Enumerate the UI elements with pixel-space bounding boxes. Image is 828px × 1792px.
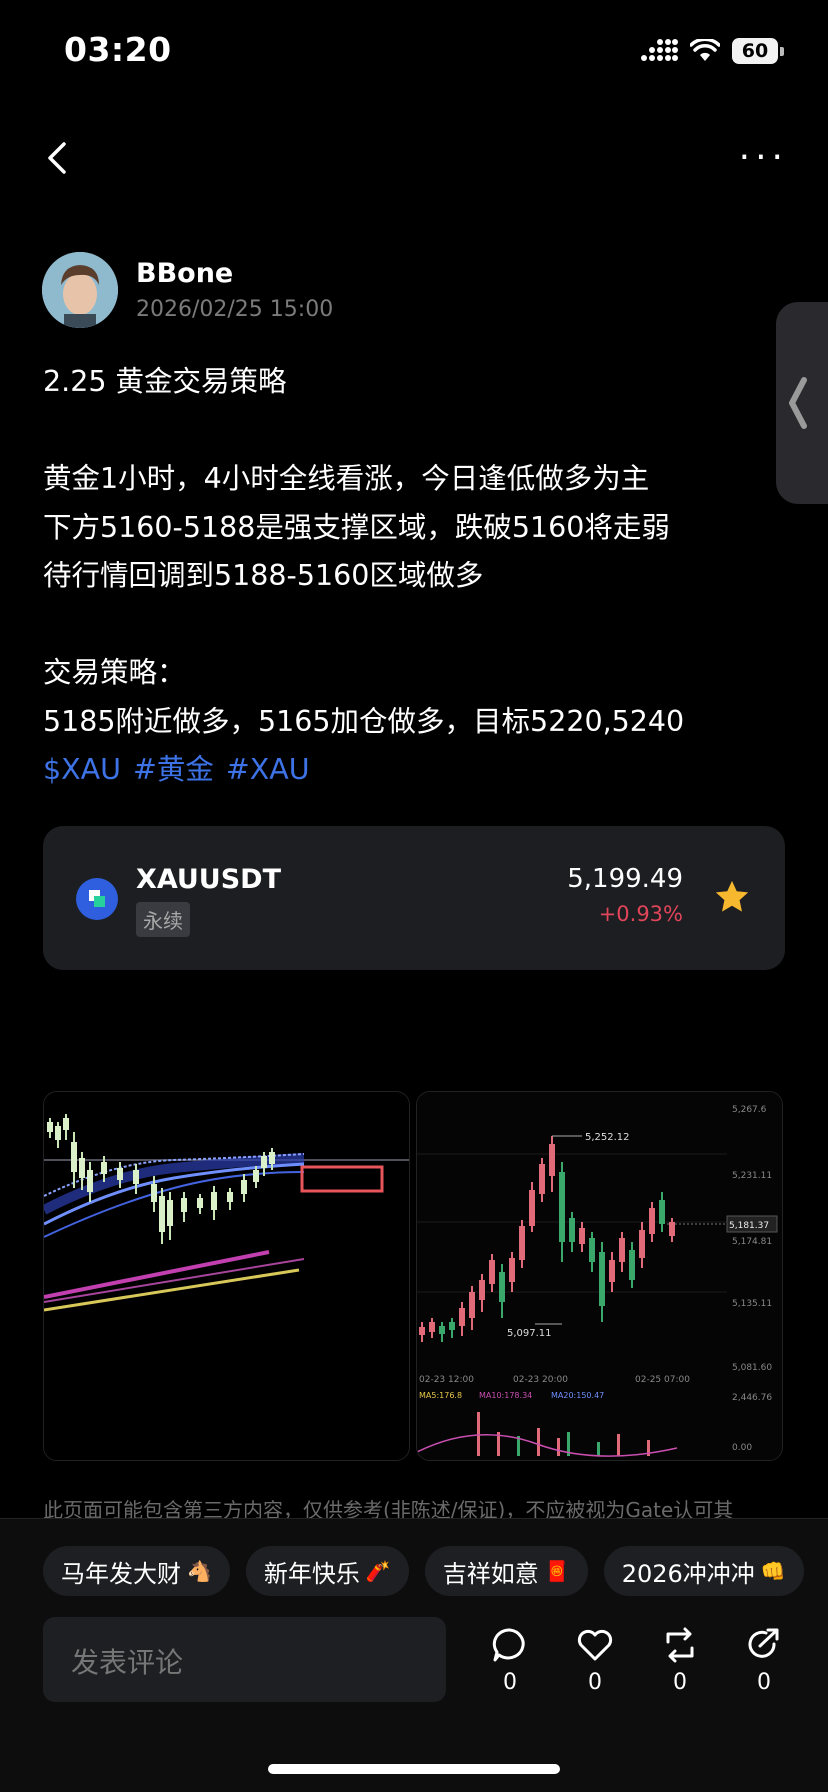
horse-icon: 🐴	[187, 1559, 212, 1583]
red-envelope-icon: 🧧	[544, 1559, 570, 1583]
status-time: 03:20	[64, 30, 172, 69]
repost-count: 0	[673, 1670, 687, 1695]
chart-image-2[interactable]: 5,252.12 5,097.11 5,181.37 5,267.6 5,231…	[416, 1091, 783, 1461]
post-line: 5185附近做多，5165加仓做多，目标5220,5240	[43, 704, 685, 738]
author-name[interactable]: BBone	[136, 258, 233, 289]
like-button[interactable]: 0	[565, 1626, 625, 1695]
comment-icon	[492, 1628, 525, 1662]
quick-reply-chip[interactable]: 吉祥如意 🧧	[424, 1546, 588, 1596]
comment-input[interactable]: 发表评论	[43, 1617, 446, 1702]
axis-tick: 2,446.76	[732, 1393, 772, 1403]
fist-icon: 👊	[760, 1559, 786, 1583]
firecracker-icon: 🧨	[365, 1559, 391, 1583]
axis-tick: 5,135.11	[732, 1299, 772, 1309]
ma-label: MA5:176.8	[419, 1391, 462, 1400]
comment-count: 0	[503, 1670, 517, 1695]
axis-tick: 5,267.6	[732, 1105, 767, 1115]
repost-icon	[666, 1627, 694, 1663]
date-tick: 02-23 12:00	[419, 1375, 474, 1385]
quick-reply-chip[interactable]: 2026冲冲冲 👊	[603, 1546, 804, 1596]
date-tick: 02-23 20:00	[513, 1375, 568, 1385]
battery-tip	[780, 46, 784, 56]
chart-current-label: 5,181.37	[729, 1221, 769, 1231]
chart-image-1[interactable]	[43, 1091, 410, 1461]
repost-button[interactable]: 0	[650, 1626, 710, 1695]
post-tags: $XAU #黄金 #XAU	[43, 746, 803, 795]
ticker-symbol: XAUUSDT	[136, 864, 282, 895]
contract-type-badge: 永续	[136, 902, 190, 937]
post-line: 待行情回调到5188-5160区域做多	[43, 559, 484, 592]
chip-label: 2026冲冲冲	[621, 1559, 755, 1588]
back-icon[interactable]	[40, 140, 76, 176]
gate-logo-icon	[76, 878, 118, 920]
home-indicator	[268, 1764, 560, 1774]
tag-link[interactable]: $XAU	[43, 753, 121, 786]
more-icon[interactable]: ···	[739, 140, 788, 176]
chip-label: 吉祥如意	[442, 1559, 539, 1588]
axis-tick: 5,081.60	[732, 1363, 772, 1373]
share-icon	[748, 1628, 779, 1658]
axis-tick: 0.00	[732, 1443, 752, 1453]
ma-label: MA20:150.47	[551, 1391, 604, 1400]
share-count: 0	[757, 1670, 771, 1695]
chart-high-label: 5,252.12	[585, 1132, 630, 1143]
wifi-icon	[690, 39, 720, 61]
ticker-card[interactable]: XAUUSDT 永续 5,199.49 +0.93%	[43, 826, 785, 970]
avatar[interactable]	[42, 252, 118, 328]
post-content: 2.25 黄金交易策略 黄金1小时，4小时全线看涨，今日逢低做多为主 下方516…	[43, 358, 803, 795]
quick-reply-chip[interactable]: 新年快乐 🧨	[245, 1546, 409, 1596]
heart-icon	[577, 1629, 613, 1661]
post-line: 下方5160-5188是强支撑区域，跌破5160将走弱	[43, 510, 670, 544]
date-tick: 02-25 07:00	[635, 1375, 690, 1385]
post-time: 2026/02/25 15:00	[136, 297, 334, 322]
tag-link[interactable]: #XAU	[226, 753, 310, 786]
quick-reply-chip[interactable]: 马年发大财 🐴	[43, 1546, 230, 1596]
status-icons: 60	[640, 36, 784, 66]
ticker-price: 5,199.49	[567, 864, 683, 894]
post-line: 交易策略：	[43, 656, 186, 689]
signal-icon	[641, 39, 678, 61]
post-line: 黄金1小时，4小时全线看涨，今日逢低做多为主	[43, 462, 650, 495]
ma-label: MA10:178.34	[479, 1391, 532, 1400]
like-count: 0	[588, 1670, 602, 1695]
star-icon[interactable]	[713, 878, 751, 916]
ticker-change: +0.93%	[598, 902, 683, 926]
quick-reply-chips: 马年发大财 🐴 新年快乐 🧨 吉祥如意 🧧 2026冲冲冲 👊	[43, 1546, 804, 1596]
chart-low-label: 5,097.11	[507, 1328, 552, 1339]
axis-tick: 5,174.81	[732, 1237, 772, 1247]
chip-label: 新年快乐	[263, 1559, 360, 1588]
post-title: 2.25 黄金交易策略	[43, 365, 287, 398]
tag-link[interactable]: #黄金	[133, 753, 214, 786]
share-button[interactable]: 0	[734, 1626, 794, 1695]
chip-label: 马年发大财	[61, 1559, 181, 1588]
axis-tick: 5,231.11	[732, 1171, 772, 1181]
comment-button[interactable]: 0	[480, 1626, 540, 1695]
battery-icon: 60	[732, 38, 778, 64]
